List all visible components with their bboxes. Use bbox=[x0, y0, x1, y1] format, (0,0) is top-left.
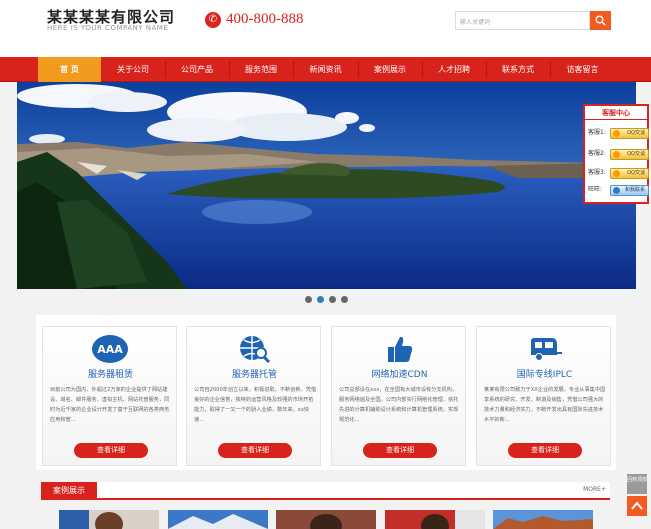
feature-description: 某某有限公司致力于XX企业的发展，专业从事集中国享系统的研究、开发、制造及销售，… bbox=[484, 387, 606, 423]
scroll-up-button[interactable] bbox=[627, 496, 647, 516]
page: 某某某某有限公司 HERE IS YOUR COMPANY NAME ✆ 400… bbox=[0, 0, 651, 529]
qq-chat-button[interactable]: QQ交谈 bbox=[610, 149, 649, 160]
feature-title[interactable]: 网络加速CDN bbox=[332, 367, 467, 380]
nav-item-cases[interactable]: 案例展示 bbox=[358, 57, 422, 82]
case-thumbnail[interactable] bbox=[385, 510, 485, 529]
feature-description: 公司总部设在xxx，在全国有大城市设有分支机构，服务网络遍及全国。公司内部实行网… bbox=[339, 387, 459, 423]
nav-item-jobs[interactable]: 人才招聘 bbox=[422, 57, 486, 82]
feature-title[interactable]: 国际专线IPLC bbox=[477, 367, 612, 380]
service-label: 客服1: bbox=[588, 129, 606, 136]
search-button[interactable] bbox=[590, 11, 611, 30]
case-thumbnail[interactable] bbox=[276, 510, 376, 529]
feature-title[interactable]: 服务器托管 bbox=[187, 367, 322, 380]
feature-card: 服务器托管 公司自2000年创立以来，积极进取，不断创新，凭借良好的企业信誉，独… bbox=[186, 326, 321, 466]
phone-icon: ✆ bbox=[205, 12, 221, 28]
main-nav: 首 页 关于公司 公司产品 服务范围 新闻资讯 案例展示 人才招聘 联系方式 访… bbox=[0, 57, 651, 82]
site-header: 某某某某有限公司 HERE IS YOUR COMPANY NAME ✆ 400… bbox=[0, 0, 651, 57]
aaa-badge-icon: AAA bbox=[91, 333, 129, 365]
case-thumbnail[interactable] bbox=[493, 510, 593, 529]
service-label: 旺旺: bbox=[588, 186, 603, 193]
feature-description: 公司自2000年创立以来，积极进取，不断创新，凭借良好的企业信誉，独特的运营风格… bbox=[194, 387, 317, 423]
nav-item-about[interactable]: 关于公司 bbox=[101, 57, 165, 82]
service-label: 客服2: bbox=[588, 150, 606, 157]
slider-dot-2[interactable] bbox=[317, 296, 324, 303]
feature-card: 网络加速CDN 公司总部设在xxx，在全国有大城市设有分支机构，服务网络遍及全国… bbox=[331, 326, 466, 466]
customer-service-title: 客服中心 bbox=[585, 106, 647, 120]
feature-card: 国际专线IPLC 某某有限公司致力于XX企业的发展，专业从事集中国享系统的研究、… bbox=[476, 326, 611, 466]
slider-dot-1[interactable] bbox=[305, 296, 312, 303]
back-to-top-button[interactable]: 回到顶部 bbox=[627, 474, 647, 494]
case-thumbnail[interactable] bbox=[59, 510, 159, 529]
feature-title[interactable]: 服务器租赁 bbox=[43, 367, 178, 380]
service-row-4: 旺旺: 和我联系 bbox=[588, 183, 649, 197]
feature-card: AAA 服务器租赁 目前公司为国内、外超过2万家的企业提供了网站建设、域名、邮件… bbox=[42, 326, 177, 466]
globe-search-icon bbox=[235, 333, 273, 365]
view-details-button[interactable]: 查看详细 bbox=[74, 443, 148, 458]
view-details-button[interactable]: 查看详细 bbox=[363, 443, 437, 458]
slider-dot-3[interactable] bbox=[329, 296, 336, 303]
view-details-button[interactable]: 查看详细 bbox=[508, 443, 582, 458]
qq-chat-button[interactable]: QQ交谈 bbox=[610, 168, 649, 179]
view-details-button[interactable]: 查看详细 bbox=[218, 443, 292, 458]
nav-item-contact[interactable]: 联系方式 bbox=[486, 57, 550, 82]
service-label: 客服3: bbox=[588, 169, 606, 176]
service-row-3: 客服3: QQ交谈 bbox=[588, 166, 649, 180]
arrow-up-icon bbox=[631, 501, 643, 510]
hotline-number: 400-800-888 bbox=[226, 11, 304, 27]
customer-service-panel: 客服中心 客服1: QQ交谈 客服2: QQ交谈 客服3: QQ交谈 旺旺: 和… bbox=[583, 104, 649, 204]
nav-item-news[interactable]: 新闻资讯 bbox=[293, 57, 358, 82]
wangwang-chat-button[interactable]: 和我联系 bbox=[610, 185, 649, 196]
service-row-1: 客服1: QQ交谈 bbox=[588, 126, 649, 140]
cases-section-header: 案例展示 MORE+ bbox=[41, 482, 610, 500]
company-logo-slogan: HERE IS YOUR COMPANY NAME bbox=[47, 24, 169, 32]
service-row-2: 客服2: QQ交谈 bbox=[588, 147, 649, 161]
nav-item-services[interactable]: 服务范围 bbox=[229, 57, 293, 82]
feature-description: 目前公司为国内、外超过2万家的企业提供了网站建设、域名、邮件服务、虚拟主机、网站… bbox=[50, 387, 170, 423]
cases-title: 案例展示 bbox=[41, 482, 97, 500]
slider-dot-4[interactable] bbox=[341, 296, 348, 303]
svg-text:AAA: AAA bbox=[97, 343, 123, 356]
lake-landscape-image bbox=[17, 82, 636, 289]
nav-item-products[interactable]: 公司产品 bbox=[165, 57, 229, 82]
banner-slide[interactable] bbox=[17, 82, 636, 289]
nav-item-home[interactable]: 首 页 bbox=[38, 57, 101, 82]
qq-chat-button[interactable]: QQ交谈 bbox=[610, 128, 649, 139]
nav-item-guestbook[interactable]: 访客留言 bbox=[550, 57, 615, 82]
cases-more-link[interactable]: MORE+ bbox=[583, 486, 606, 493]
search-input[interactable]: 输入关键词 bbox=[455, 11, 590, 30]
case-thumbnail[interactable] bbox=[168, 510, 268, 529]
thumbs-up-icon bbox=[380, 333, 418, 365]
search-icon bbox=[595, 15, 606, 26]
trailer-icon bbox=[525, 333, 563, 365]
